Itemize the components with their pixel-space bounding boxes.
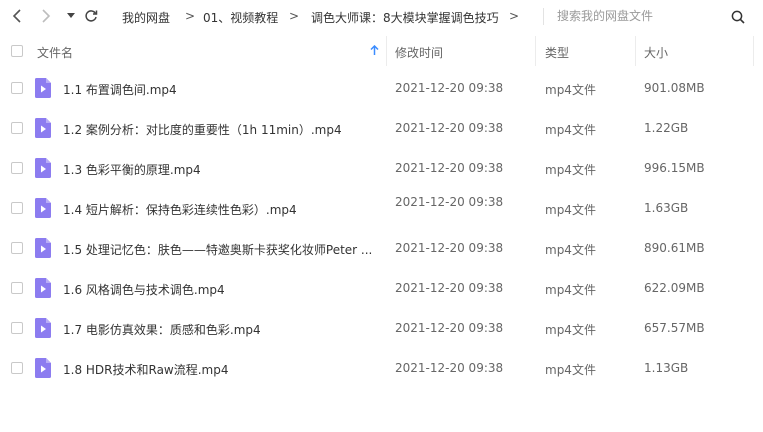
video-file-icon <box>35 278 51 298</box>
breadcrumb-separator: > <box>289 9 300 23</box>
video-file-icon <box>35 78 51 98</box>
row-checkbox[interactable] <box>11 322 23 334</box>
column-header-size[interactable]: 大小 <box>644 44 668 61</box>
breadcrumb-separator: > <box>509 9 520 23</box>
column-header-modified[interactable]: 修改时间 <box>395 44 443 61</box>
breadcrumb-item-root[interactable]: 我的网盘 <box>122 9 170 26</box>
file-name[interactable]: 1.2 案例分析：对比度的重要性（1h 11min）.mp4 <box>63 121 342 138</box>
file-modified-time: 2021-12-20 09:38 <box>395 321 504 335</box>
video-file-icon <box>35 238 51 258</box>
file-size: 622.09MB <box>644 281 705 295</box>
column-divider[interactable] <box>386 36 387 66</box>
file-type: mp4文件 <box>545 123 596 137</box>
breadcrumb-separator: > <box>185 9 196 23</box>
file-name[interactable]: 1.3 色彩平衡的原理.mp4 <box>63 161 201 178</box>
refresh-icon <box>85 10 98 22</box>
file-modified-time: 2021-12-20 09:38 <box>395 161 504 175</box>
file-size: 1.63GB <box>644 201 689 215</box>
video-file-icon <box>35 358 51 378</box>
file-type: mp4文件 <box>545 203 596 217</box>
table-row[interactable]: 1.5 处理记忆色：肤色——特邀奥斯卡获奖化妆师Peter ... 2021-1… <box>0 228 763 268</box>
table-row[interactable]: 1.2 案例分析：对比度的重要性（1h 11min）.mp4 2021-12-2… <box>0 108 763 148</box>
file-modified-time: 2021-12-20 09:38 <box>395 121 504 135</box>
row-checkbox[interactable] <box>11 202 23 214</box>
column-header-type[interactable]: 类型 <box>545 44 569 61</box>
table-row[interactable]: 1.7 电影仿真效果：质感和色彩.mp4 2021-12-20 09:38 mp… <box>0 308 763 348</box>
forward-button[interactable] <box>36 6 56 26</box>
row-checkbox[interactable] <box>11 362 23 374</box>
file-size: 890.61MB <box>644 241 705 255</box>
file-modified-time: 2021-12-20 09:38 <box>395 195 504 209</box>
chevron-left-icon <box>12 9 21 23</box>
select-all-checkbox[interactable] <box>11 45 23 57</box>
table-row[interactable]: 1.6 风格调色与技术调色.mp4 2021-12-20 09:38 mp4文件… <box>0 268 763 308</box>
file-name[interactable]: 1.7 电影仿真效果：质感和色彩.mp4 <box>63 321 261 338</box>
breadcrumb-item-current[interactable]: 调色大师课：8大模块掌握调色技巧 <box>311 9 499 26</box>
file-size: 996.15MB <box>644 161 705 175</box>
file-modified-time: 2021-12-20 09:38 <box>395 281 504 295</box>
file-list-header: 文件名 修改时间 类型 大小 <box>0 36 763 66</box>
video-file-icon <box>35 198 51 218</box>
column-divider[interactable] <box>753 36 754 66</box>
row-checkbox[interactable] <box>11 82 23 94</box>
table-row[interactable]: 1.4 短片解析：保持色彩连续性色彩）.mp4 2021-12-20 09:38… <box>0 188 763 228</box>
row-checkbox[interactable] <box>11 242 23 254</box>
toolbar: 我的网盘 > 01、视频教程 > 调色大师课：8大模块掌握调色技巧 > <box>0 0 763 33</box>
file-name[interactable]: 1.8 HDR技术和Raw流程.mp4 <box>63 361 229 378</box>
file-type: mp4文件 <box>545 323 596 337</box>
table-row[interactable]: 1.1 布置调色间.mp4 2021-12-20 09:38 mp4文件 901… <box>0 68 763 108</box>
row-checkbox[interactable] <box>11 282 23 294</box>
chevron-right-icon <box>42 9 51 23</box>
file-size: 1.13GB <box>644 361 689 375</box>
video-file-icon <box>35 318 51 338</box>
arrow-up-icon[interactable] <box>370 45 379 56</box>
video-file-icon <box>35 118 51 138</box>
column-header-name[interactable]: 文件名 <box>37 44 73 61</box>
file-size: 901.08MB <box>644 81 705 95</box>
row-checkbox[interactable] <box>11 122 23 134</box>
file-type: mp4文件 <box>545 283 596 297</box>
column-divider[interactable] <box>535 36 536 66</box>
file-name[interactable]: 1.1 布置调色间.mp4 <box>63 81 177 98</box>
video-file-icon <box>35 158 51 178</box>
column-divider[interactable] <box>635 36 636 66</box>
table-row[interactable]: 1.3 色彩平衡的原理.mp4 2021-12-20 09:38 mp4文件 9… <box>0 148 763 188</box>
file-type: mp4文件 <box>545 363 596 377</box>
file-name[interactable]: 1.6 风格调色与技术调色.mp4 <box>63 281 225 298</box>
file-size: 657.57MB <box>644 321 705 335</box>
search-input[interactable] <box>553 6 726 26</box>
file-modified-time: 2021-12-20 09:38 <box>395 81 504 95</box>
file-type: mp4文件 <box>545 163 596 177</box>
history-dropdown-button[interactable] <box>61 6 81 26</box>
breadcrumb-item-videos[interactable]: 01、视频教程 <box>203 9 278 26</box>
caret-down-icon <box>67 13 75 18</box>
file-size: 1.22GB <box>644 121 689 135</box>
file-name[interactable]: 1.5 处理记忆色：肤色——特邀奥斯卡获奖化妆师Peter ... <box>63 241 372 258</box>
search-button[interactable] <box>728 7 748 27</box>
row-checkbox[interactable] <box>11 162 23 174</box>
table-row[interactable]: 1.8 HDR技术和Raw流程.mp4 2021-12-20 09:38 mp4… <box>0 348 763 388</box>
file-type: mp4文件 <box>545 83 596 97</box>
refresh-button[interactable] <box>81 6 101 26</box>
back-button[interactable] <box>7 6 27 26</box>
toolbar-divider <box>543 8 544 25</box>
file-modified-time: 2021-12-20 09:38 <box>395 241 504 255</box>
file-name[interactable]: 1.4 短片解析：保持色彩连续性色彩）.mp4 <box>63 201 297 218</box>
search-icon <box>731 10 745 24</box>
file-type: mp4文件 <box>545 243 596 257</box>
file-modified-time: 2021-12-20 09:38 <box>395 361 504 375</box>
